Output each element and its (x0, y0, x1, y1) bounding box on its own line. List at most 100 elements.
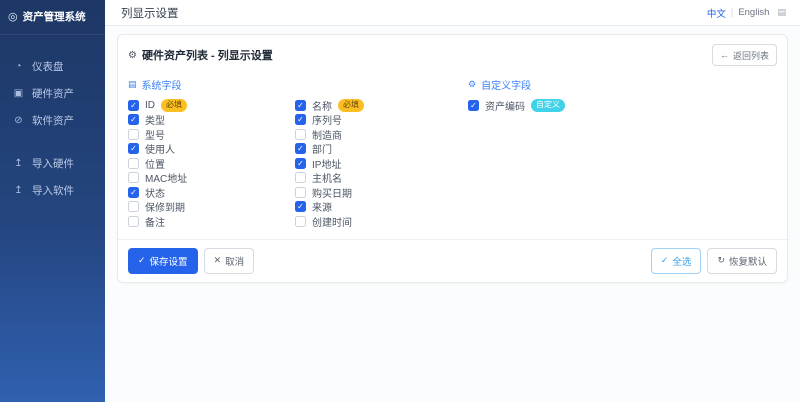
checkbox[interactable] (295, 172, 306, 184)
sidebar-item-label: 导入软件 (32, 185, 74, 197)
field-label: 名称 (312, 101, 332, 113)
field-row-位置[interactable]: 位置 (128, 156, 295, 171)
field-label: 型号 (145, 130, 165, 142)
field-label: IP地址 (312, 159, 342, 171)
checkbox[interactable] (128, 157, 139, 169)
checkbox[interactable]: ✓ (295, 201, 306, 213)
fields-grid: ▤ 系统字段 ✓ ID 必填 ✓ 类型 型号 ✓ 使用人 位置 MAC地址 ✓ 状态 保修到期 备注 ✓ 名… (118, 72, 787, 239)
app-title: 资产管理系统 (22, 11, 86, 23)
language-switcher: 中文 | English ▤ (707, 6, 786, 20)
field-label: 位置 (145, 159, 165, 171)
field-row-创建时间[interactable]: 创建时间 (295, 214, 468, 229)
checkbox[interactable]: ✓ (295, 157, 306, 169)
checkbox[interactable] (295, 186, 306, 198)
field-row-序列号[interactable]: ✓ 序列号 (295, 113, 468, 127)
gear-icon: ⚙ (468, 78, 477, 89)
field-row-制造商[interactable]: 制造商 (295, 127, 468, 142)
check-icon: ✓ (138, 255, 146, 265)
checkbox[interactable]: ✓ (295, 114, 306, 126)
sidebar-item-software-assets[interactable]: ⊘ 软件资产 (0, 107, 105, 134)
field-label: 保修到期 (145, 203, 185, 215)
checkbox[interactable]: ✓ (295, 99, 306, 111)
field-row-备注[interactable]: 备注 (128, 214, 295, 229)
field-row-状态[interactable]: ✓ 状态 (128, 185, 295, 200)
select-all-button[interactable]: ✓ 全选 (650, 247, 702, 274)
field-row-类型[interactable]: ✓ 类型 (128, 113, 295, 128)
import-hardware-icon: ↥ (14, 158, 23, 169)
checkbox[interactable]: ✓ (128, 99, 139, 111)
dashboard-icon: ◔ (15, 61, 22, 72)
card-header: ⚙ 硬件资产列表 - 列显示设置 ← 返回列表 (118, 35, 787, 72)
checkbox[interactable]: ✓ (128, 114, 139, 126)
sidebar-item-label: 硬件资产 (32, 88, 74, 100)
field-row-部门[interactable]: ✓ 部门 (295, 142, 468, 157)
required-badge: 必填 (161, 99, 187, 112)
system-fields-column-1: ▤ 系统字段 ✓ ID 必填 ✓ 类型 型号 ✓ 使用人 位置 MAC地址 ✓ 状态 保修到期 备注 (128, 76, 295, 229)
field-row-型号[interactable]: 型号 (128, 127, 295, 142)
page-title: 列显示设置 (121, 7, 179, 20)
back-to-list-button[interactable]: ← 返回列表 (711, 44, 777, 66)
system-fields-header: ▤ 系统字段 (128, 78, 182, 92)
field-row-保修到期[interactable]: 保修到期 (128, 200, 295, 215)
software-icon: ⊘ (14, 115, 23, 126)
checkbox[interactable] (128, 215, 139, 227)
field-label: 创建时间 (312, 217, 352, 229)
hardware-icon: ▣ (13, 88, 24, 99)
checkbox[interactable] (128, 128, 139, 140)
refresh-icon: ↻ (717, 255, 725, 265)
gear-icon: ⚙ (128, 49, 137, 61)
card-title: ⚙ 硬件资产列表 - 列显示设置 (128, 47, 273, 63)
check-icon: ✓ (660, 255, 669, 265)
field-row-名称[interactable]: ✓ 名称 必填 (295, 98, 468, 113)
field-row-MAC地址[interactable]: MAC地址 (128, 171, 295, 185)
sidebar-item-import-software[interactable]: ↥ 导入软件 (0, 177, 105, 204)
lang-en-link[interactable]: English (738, 7, 769, 18)
save-settings-button[interactable]: ✓ 保存设置 (128, 247, 198, 274)
custom-fields-column: ⚙ 自定义字段 ✓ 资产编码 自定义 (468, 76, 777, 229)
sidebar-item-import-hardware[interactable]: ↥ 导入硬件 (0, 150, 105, 177)
field-row-来源[interactable]: ✓ 来源 (295, 200, 468, 214)
checkbox[interactable]: ✓ (295, 143, 306, 155)
checkbox[interactable]: ✓ (128, 143, 139, 155)
cancel-button[interactable]: ✕ 取消 (203, 247, 255, 274)
field-label: 主机名 (312, 174, 342, 186)
field-row-主机名[interactable]: 主机名 (295, 171, 468, 186)
checkbox[interactable] (128, 172, 139, 184)
field-label: 类型 (145, 116, 165, 128)
main-area: 列显示设置 中文 | English ▤ ⚙ 硬件资产列表 - 列显示设置 ← … (105, 0, 800, 402)
sidebar-item-dashboard[interactable]: ◔ 仪表盘 (0, 53, 105, 80)
close-icon: ✕ (213, 255, 222, 265)
header-extra-icon[interactable]: ▤ (777, 7, 786, 18)
topbar: 列显示设置 中文 | English ▤ (105, 0, 800, 26)
checkbox[interactable]: ✓ (468, 99, 479, 111)
checkbox[interactable] (128, 201, 139, 213)
field-row-资产编码[interactable]: ✓ 资产编码 自定义 (468, 98, 777, 113)
sidebar-item-hardware-assets[interactable]: ▣ 硬件资产 (0, 80, 105, 107)
sidebar-item-label: 导入硬件 (32, 158, 74, 170)
app-logo: ◎ 资产管理系统 (0, 0, 105, 35)
lang-zh-link[interactable]: 中文 (707, 6, 726, 20)
custom-badge: 自定义 (531, 99, 565, 112)
checkbox[interactable]: ✓ (128, 186, 139, 198)
field-row-使用人[interactable]: ✓ 使用人 (128, 142, 295, 157)
checkbox[interactable] (295, 215, 306, 227)
field-label: 资产编码 (485, 101, 525, 113)
field-label: 备注 (145, 217, 165, 229)
card-footer: ✓ 保存设置 ✕ 取消 ✓ 全选 ↻ 恢复默认 (118, 238, 787, 282)
column-settings-card: ⚙ 硬件资产列表 - 列显示设置 ← 返回列表 ▤ 系统字段 ✓ ID 必填 ✓… (117, 34, 788, 283)
sidebar-nav: ◔ 仪表盘 ▣ 硬件资产 ⊘ 软件资产 ↥ 导入硬件 ↥ 导入软件 (0, 35, 105, 204)
field-label: 制造商 (312, 130, 342, 142)
field-row-ID[interactable]: ✓ ID 必填 (128, 98, 295, 113)
app-window: ◎ 资产管理系统 ◔ 仪表盘 ▣ 硬件资产 ⊘ 软件资产 ↥ 导入硬件 ↥ 导入软件 列显示设置 … (0, 0, 800, 402)
sidebar-item-label: 仪表盘 (32, 61, 64, 73)
import-software-icon: ↥ (14, 185, 23, 196)
field-label: 使用人 (145, 145, 175, 157)
field-row-IP地址[interactable]: ✓ IP地址 (295, 156, 468, 171)
system-fields-column-2: ✓ 名称 必填 ✓ 序列号 制造商 ✓ 部门 ✓ IP地址 主机名 购买日期 ✓ 来源 创建时间 (295, 76, 468, 229)
field-label: 部门 (312, 145, 332, 157)
lang-separator: | (730, 7, 734, 18)
restore-default-button[interactable]: ↻ 恢复默认 (707, 247, 777, 274)
checkbox[interactable] (295, 128, 306, 140)
logo-icon: ◎ (8, 11, 18, 23)
field-row-购买日期[interactable]: 购买日期 (295, 185, 468, 200)
